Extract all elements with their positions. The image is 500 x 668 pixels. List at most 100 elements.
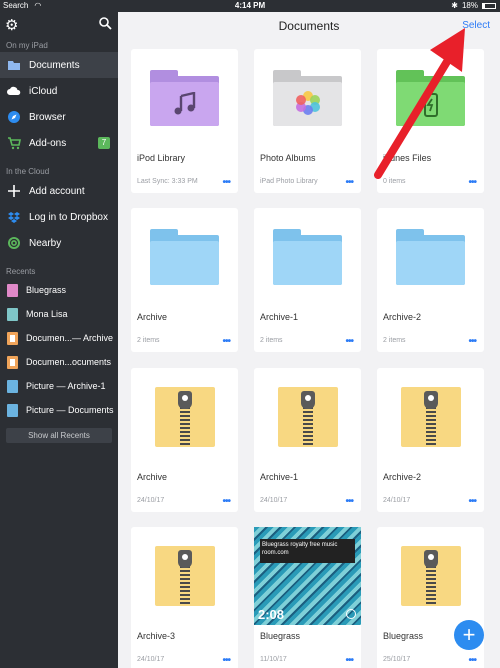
image-file-icon xyxy=(7,379,18,393)
recent-item-label: Picture — Documents xyxy=(26,405,114,415)
video-thumbnail: Bluegrass royalty free music room.com 2:… xyxy=(254,527,361,625)
photos-file-icon xyxy=(7,331,18,345)
recent-item-label: Bluegrass xyxy=(26,285,67,295)
recent-item[interactable]: Documen...ocuments xyxy=(0,350,118,374)
file-meta: 2 items xyxy=(137,337,160,344)
file-meta: 25/10/17 xyxy=(383,656,411,663)
file-name: Bluegrass xyxy=(260,631,301,641)
file-name: Photo Albums xyxy=(260,153,316,163)
more-options-icon[interactable]: ••• xyxy=(345,336,353,347)
file-card[interactable]: iPod Library Last Sync: 3:33 PM ••• xyxy=(131,49,238,193)
file-name: Archive-1 xyxy=(260,472,299,482)
folder-icon xyxy=(7,58,21,72)
plus-icon xyxy=(7,184,21,198)
file-card[interactable]: Archive-2 2 items ••• xyxy=(377,208,484,352)
cloud-icon xyxy=(7,84,21,98)
sidebar-item-add-ons[interactable]: Add-ons 7 xyxy=(0,130,118,156)
section-recents: Recents xyxy=(6,267,36,276)
bluetooth-icon: ✱ xyxy=(451,1,458,10)
sidebar-item-icloud[interactable]: iCloud xyxy=(0,78,118,104)
image-file-icon xyxy=(7,403,18,417)
more-options-icon[interactable]: ••• xyxy=(345,177,353,188)
image-file-icon xyxy=(7,307,18,321)
folder-icon xyxy=(396,229,465,285)
recent-item[interactable]: Mona Lisa xyxy=(0,302,118,326)
sidebar-item-nearby[interactable]: Nearby xyxy=(0,230,118,256)
status-time: 4:14 PM xyxy=(234,1,266,10)
file-meta: 24/10/17 xyxy=(260,497,288,504)
battery-percent: 18% xyxy=(461,1,478,10)
more-options-icon[interactable]: ••• xyxy=(222,177,230,188)
file-card[interactable]: Photo Albums iPad Photo Library ••• xyxy=(254,49,361,193)
more-options-icon[interactable]: ••• xyxy=(222,336,230,347)
zip-archive-icon xyxy=(400,546,461,606)
file-name: iPod Library xyxy=(137,153,186,163)
zip-archive-icon xyxy=(154,546,215,606)
status-bar: Search ◠ 4:14 PM ✱ 18% xyxy=(0,0,500,12)
play-icon xyxy=(346,609,356,619)
sidebar-item-label: iCloud xyxy=(29,85,58,97)
file-meta: 2 items xyxy=(260,337,283,344)
sidebar: ⚙ On my iPad Documents iCloud Browser Ad… xyxy=(0,12,118,668)
audio-file-icon xyxy=(7,283,18,297)
more-options-icon[interactable]: ••• xyxy=(222,496,230,507)
more-options-icon[interactable]: ••• xyxy=(468,496,476,507)
recent-item-label: Picture — Archive-1 xyxy=(26,381,106,391)
file-name: Archive xyxy=(137,472,168,482)
sidebar-item-browser[interactable]: Browser xyxy=(0,104,118,130)
add-ons-badge: 7 xyxy=(98,137,110,149)
file-card[interactable]: Archive 2 items ••• xyxy=(131,208,238,352)
more-options-icon[interactable]: ••• xyxy=(468,336,476,347)
sidebar-item-label: Browser xyxy=(29,111,66,123)
file-meta: 2 items xyxy=(383,337,406,344)
sidebar-item-add-account[interactable]: Add account xyxy=(0,178,118,204)
section-on-my-ipad: On my iPad xyxy=(6,41,48,50)
sidebar-item-label: Log in to Dropbox xyxy=(29,211,108,223)
folder-icon xyxy=(150,229,219,285)
sidebar-item-label: Add account xyxy=(29,185,85,197)
video-duration: 2:08 xyxy=(258,607,285,622)
file-name: Archive-2 xyxy=(383,472,422,482)
file-name: Archive-2 xyxy=(383,312,422,322)
more-options-icon[interactable]: ••• xyxy=(345,655,353,666)
recent-item-label: Documen...ocuments xyxy=(26,357,112,367)
sidebar-item-label: Add-ons xyxy=(29,137,67,149)
sidebar-item-label: Documents xyxy=(29,59,80,71)
folder-icon xyxy=(273,229,342,285)
section-in-the-cloud: In the Cloud xyxy=(6,167,50,176)
settings-gear-icon[interactable]: ⚙ xyxy=(5,16,18,34)
file-card[interactable]: Archive 24/10/17 ••• xyxy=(131,368,238,512)
file-card[interactable]: Archive-2 24/10/17 ••• xyxy=(377,368,484,512)
nearby-icon xyxy=(7,236,21,250)
sidebar-item-documents[interactable]: Documents xyxy=(0,52,118,78)
recent-item[interactable]: Picture — Documents xyxy=(0,398,118,422)
search-icon[interactable] xyxy=(99,17,112,35)
recent-item[interactable]: Bluegrass xyxy=(0,278,118,302)
more-options-icon[interactable]: ••• xyxy=(468,655,476,666)
file-card[interactable]: Archive-3 24/10/17 ••• xyxy=(131,527,238,668)
zip-archive-icon xyxy=(400,387,461,447)
more-options-icon[interactable]: ••• xyxy=(222,655,230,666)
recent-item-label: Documen...— Archive xyxy=(26,333,114,343)
add-button[interactable]: + xyxy=(454,620,484,650)
file-card[interactable]: Archive-1 2 items ••• xyxy=(254,208,361,352)
show-all-recents-button[interactable]: Show all Recents xyxy=(6,428,112,443)
annotation-arrow xyxy=(374,28,465,179)
file-meta: iPad Photo Library xyxy=(260,178,318,185)
file-card[interactable]: Bluegrass royalty free music room.com 2:… xyxy=(254,527,361,668)
dropbox-icon xyxy=(7,210,21,224)
video-banner-text: Bluegrass royalty free music room.com xyxy=(260,539,355,563)
sidebar-item-label: Nearby xyxy=(29,237,62,249)
file-name: Bluegrass xyxy=(383,631,424,641)
recent-item[interactable]: Documen...— Archive xyxy=(0,326,118,350)
recent-item[interactable]: Picture — Archive-1 xyxy=(0,374,118,398)
music-folder-icon xyxy=(150,70,219,126)
more-options-icon[interactable]: ••• xyxy=(345,496,353,507)
file-name: Archive-1 xyxy=(260,312,299,322)
file-meta: 11/10/17 xyxy=(260,656,287,663)
file-name: Archive xyxy=(137,312,168,322)
sidebar-item-dropbox[interactable]: Log in to Dropbox xyxy=(0,204,118,230)
battery-icon xyxy=(482,2,496,9)
file-card[interactable]: Archive-1 24/10/17 ••• xyxy=(254,368,361,512)
cart-icon xyxy=(7,136,21,150)
